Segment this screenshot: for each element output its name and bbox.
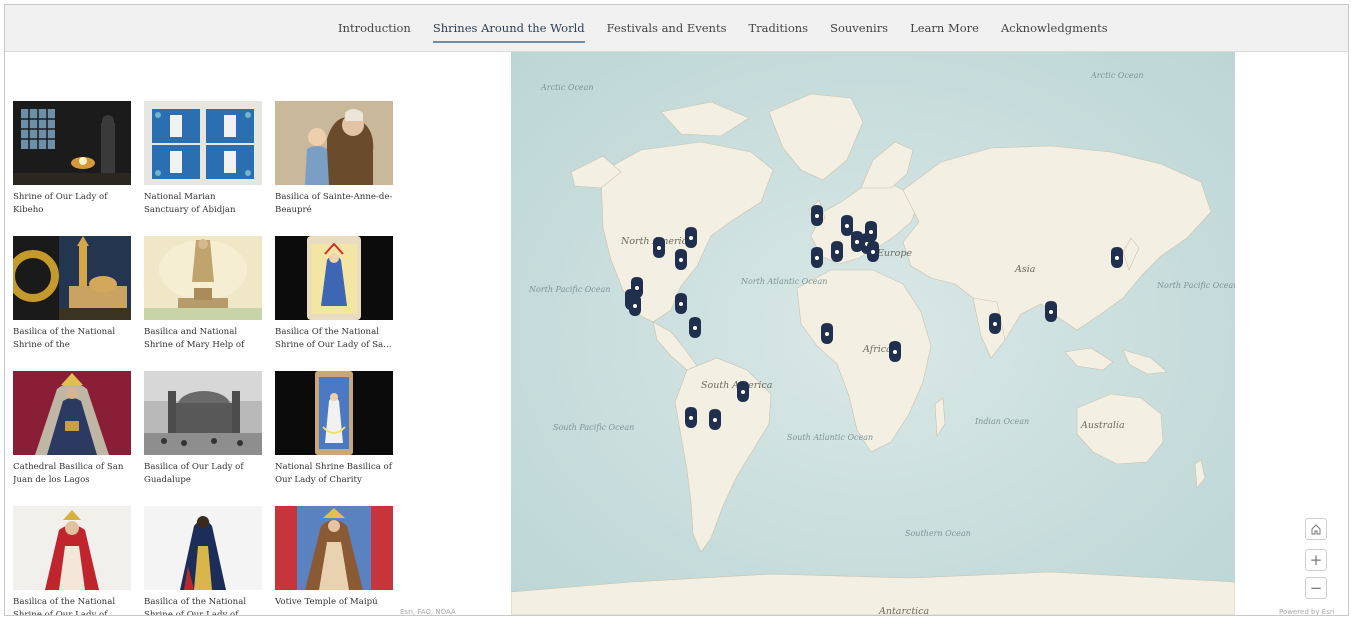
shrine-thumbnail xyxy=(13,371,131,455)
shrine-thumbnail xyxy=(275,371,393,455)
pin-dot xyxy=(1049,310,1053,314)
label-europe: Europe xyxy=(876,248,912,259)
tab-learn-more[interactable]: Learn More xyxy=(910,21,979,40)
gallery-card[interactable]: Basilica of the National Shrine of Our L… xyxy=(13,506,131,616)
shrine-caption: Basilica of Sainte-Anne-de-Beaupré xyxy=(275,192,393,215)
pin-dot xyxy=(871,250,875,254)
shrine-caption: Basilica of the National Shrine of Our L… xyxy=(144,597,248,616)
top-navigation: Introduction Shrines Around the World Fe… xyxy=(5,5,1348,52)
zoom-in-button[interactable]: + xyxy=(1305,549,1327,571)
shrine-thumbnail xyxy=(275,101,393,185)
gallery-card[interactable]: Basilica of the National Shrine of the I… xyxy=(13,236,131,352)
label-south-america: South America xyxy=(701,380,773,391)
tab-traditions[interactable]: Traditions xyxy=(748,21,808,40)
tab-shrines-around-the-world[interactable]: Shrines Around the World xyxy=(432,21,585,43)
shrine-thumbnail xyxy=(13,236,131,320)
shrine-caption: Cathedral Basilica of San Juan de los La… xyxy=(13,462,124,485)
zoom-out-button[interactable]: − xyxy=(1305,577,1327,599)
tab-introduction[interactable]: Introduction xyxy=(338,21,411,40)
shrine-thumbnail xyxy=(275,236,393,320)
label-north-atlantic: North Atlantic Ocean xyxy=(740,277,827,286)
shrine-caption: Basilica of the National Shrine of Our L… xyxy=(13,597,117,616)
pin-dot xyxy=(815,256,819,260)
pin-dot xyxy=(679,258,683,262)
shrine-caption: National Marian Sanctuary of Abidjan xyxy=(144,192,236,215)
pin-dot xyxy=(679,302,683,306)
gallery-card[interactable]: Basilica of the National Shrine of Our L… xyxy=(144,506,262,616)
right-margin xyxy=(1235,52,1348,615)
shrine-thumbnail xyxy=(144,101,262,185)
pin-dot xyxy=(741,390,745,394)
gallery-card[interactable]: Cathedral Basilica of San Juan de los La… xyxy=(13,371,131,487)
label-north-pacific-right: North Pacific Ocean xyxy=(1156,281,1235,290)
label-southern-ocean: Southern Ocean xyxy=(905,529,971,538)
pin-dot xyxy=(893,350,897,354)
tab-festivals-and-events[interactable]: Festivals and Events xyxy=(607,21,727,40)
label-south-pacific: South Pacific Ocean xyxy=(553,423,634,432)
shrine-thumbnail xyxy=(13,101,131,185)
pin-dot xyxy=(693,326,697,330)
shrine-caption: Basilica and National Shrine of Mary Hel… xyxy=(144,327,245,350)
shrine-caption: Basilica of Our Lady of Guadalupe xyxy=(144,462,244,485)
shrine-thumbnail xyxy=(275,506,393,590)
label-arctic-ocean-left: Arctic Ocean xyxy=(540,83,594,92)
pin-dot xyxy=(633,304,637,308)
pin-dot xyxy=(815,214,819,218)
shrine-caption: National Shrine Basilica of Our Lady of … xyxy=(275,462,392,485)
shrine-thumbnail xyxy=(144,236,262,320)
shrine-thumbnail xyxy=(144,371,262,455)
world-map[interactable]: North America South America Europe Asia … xyxy=(511,52,1235,615)
label-asia: Asia xyxy=(1014,264,1036,275)
gallery-card[interactable]: Basilica of Sainte-Anne-de-Beaupré xyxy=(275,101,393,217)
shrine-caption: Votive Temple of Maipú xyxy=(275,597,378,607)
label-arctic-ocean-right: Arctic Ocean xyxy=(1090,71,1144,80)
gallery-card[interactable]: Basilica and National Shrine of Mary Hel… xyxy=(144,236,262,352)
pin-dot xyxy=(657,246,661,250)
shrine-caption: Basilica of the National Shrine of the I… xyxy=(13,327,116,350)
pin-dot xyxy=(689,236,693,240)
pin-dot xyxy=(993,322,997,326)
gallery-card[interactable]: Votive Temple of Maipú xyxy=(275,506,393,609)
pin-dot xyxy=(689,416,693,420)
label-indian-ocean: Indian Ocean xyxy=(974,417,1029,426)
pin-dot xyxy=(869,230,873,234)
shrine-thumbnail xyxy=(144,506,262,590)
pin-dot xyxy=(855,240,859,244)
gallery-card[interactable]: Basilica Of the National Shrine of Our L… xyxy=(275,236,393,352)
shrine-caption: Shrine of Our Lady of Kibeho xyxy=(13,192,108,215)
gallery-card[interactable]: National Shrine Basilica of Our Lady of … xyxy=(275,371,393,487)
pin-dot xyxy=(845,224,849,228)
gallery-card[interactable]: Shrine of Our Lady of Kibeho xyxy=(13,101,131,217)
shrine-caption: Basilica Of the National Shrine of Our L… xyxy=(275,327,392,350)
map-attribution: Esri, FAO, NOAA xyxy=(400,608,456,616)
home-icon xyxy=(1311,524,1321,535)
tab-souvenirs[interactable]: Souvenirs xyxy=(830,21,888,40)
gallery-card[interactable]: National Marian Sanctuary of Abidjan xyxy=(144,101,262,217)
label-north-pacific-left: North Pacific Ocean xyxy=(528,285,610,294)
label-antarctica: Antarctica xyxy=(878,606,929,615)
powered-by-attribution: Powered by Esri xyxy=(1279,608,1335,616)
nav-tabs: Introduction Shrines Around the World Fe… xyxy=(338,21,1130,43)
pin-dot xyxy=(1115,256,1119,260)
home-button[interactable] xyxy=(1305,518,1327,540)
pin-dot xyxy=(825,332,829,336)
tab-acknowledgments[interactable]: Acknowledgments xyxy=(1001,21,1108,40)
pin-dot xyxy=(713,418,717,422)
app-frame: Introduction Shrines Around the World Fe… xyxy=(4,4,1349,616)
gallery-card[interactable]: Basilica of Our Lady of Guadalupe xyxy=(144,371,262,487)
label-australia: Australia xyxy=(1080,420,1125,431)
shrine-thumbnail xyxy=(13,506,131,590)
pin-dot xyxy=(635,286,639,290)
pin-dot xyxy=(835,250,839,254)
label-africa: Africa xyxy=(862,344,892,355)
label-south-atlantic: South Atlantic Ocean xyxy=(787,433,873,442)
